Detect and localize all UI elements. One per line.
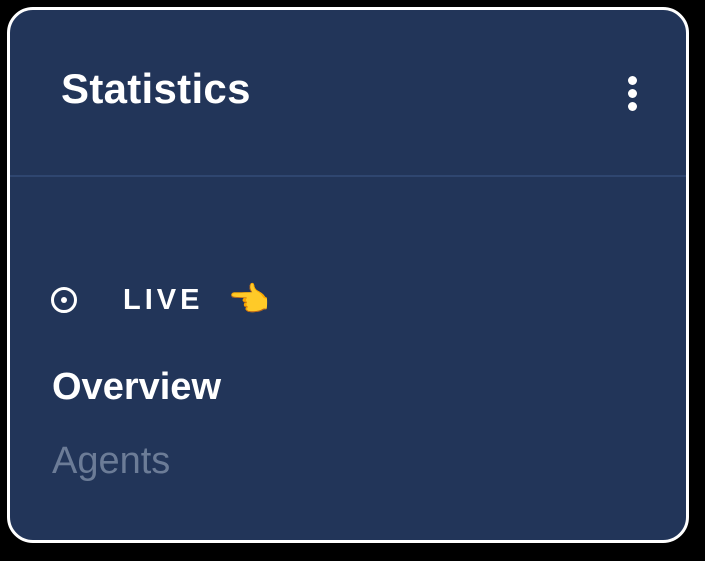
kebab-dot: [628, 89, 637, 98]
more-options-icon[interactable]: [620, 74, 646, 114]
statistics-card: Statistics LIVE 👈 Overview Agents: [7, 7, 689, 543]
pointing-hand-icon: 👈: [227, 281, 270, 319]
nav-item-agents[interactable]: Agents: [52, 440, 170, 483]
live-indicator: LIVE 👈: [51, 280, 270, 320]
header-divider: [10, 175, 686, 177]
live-label: LIVE: [123, 283, 204, 316]
nav-item-overview[interactable]: Overview: [52, 366, 221, 409]
radio-dot-icon: [51, 287, 77, 313]
card-title: Statistics: [61, 65, 251, 112]
kebab-dot: [628, 76, 637, 85]
kebab-dot: [628, 102, 637, 111]
